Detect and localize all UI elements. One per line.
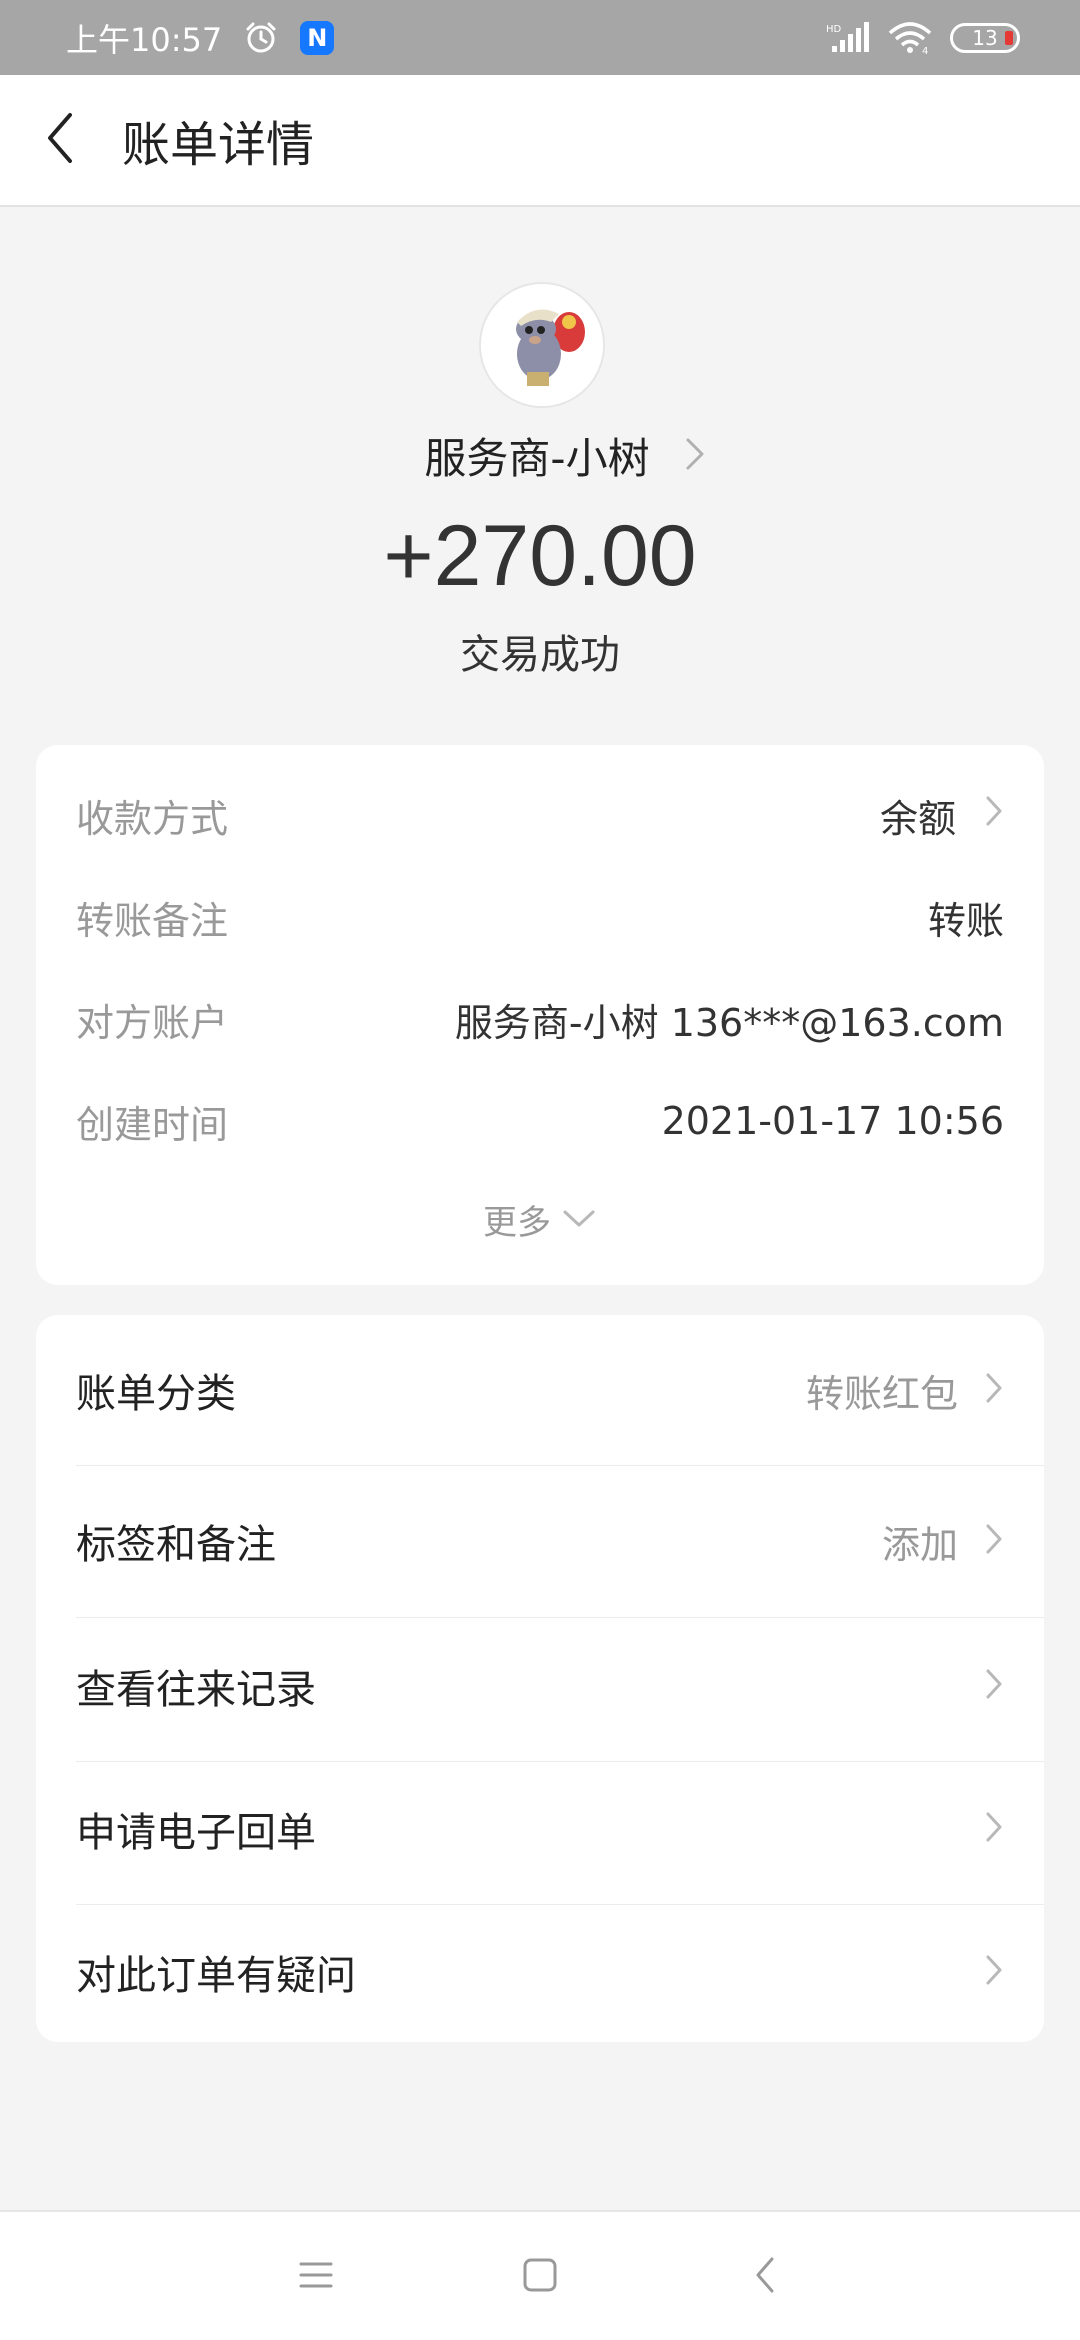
detail-row-payment-method[interactable]: 收款方式 余额 (76, 785, 1004, 845)
avatar[interactable] (479, 282, 605, 408)
more-button[interactable]: 更多 (36, 1195, 1044, 1244)
menu-item-value: 转账红包 (805, 1371, 958, 1416)
chevron-right-icon (984, 793, 1004, 837)
battery-icon: 13 (950, 22, 1020, 53)
menu-item-order-question[interactable]: 对此订单有疑问 (36, 1897, 1044, 2047)
transaction-summary: 服务商-小树 +270.00 交易成功 (0, 207, 1080, 737)
battery-level: 13 (972, 25, 998, 50)
home-square-icon (522, 2257, 558, 2297)
svg-text:HD: HD (826, 24, 842, 35)
menu-item-e-receipt[interactable]: 申请电子回单 (36, 1754, 1044, 1904)
page-title: 账单详情 (122, 117, 315, 173)
menu-item-label: 查看往来记录 (76, 1667, 316, 1713)
chevron-right-icon (984, 1371, 1004, 1409)
detail-row-counterparty: 对方账户 服务商-小树 136***@163.com (76, 989, 1004, 1049)
detail-label: 收款方式 (76, 796, 229, 841)
n-app-icon: N (300, 20, 335, 55)
menu-item-label: 标签和备注 (76, 1522, 276, 1568)
detail-label: 对方账户 (76, 1000, 229, 1045)
menu-item-label: 申请电子回单 (76, 1810, 316, 1856)
chevron-right-icon (984, 1522, 1004, 1560)
alarm-icon (244, 21, 278, 55)
menu-item-transaction-history[interactable]: 查看往来记录 (36, 1611, 1044, 1761)
home-button[interactable] (480, 2212, 600, 2340)
more-label: 更多 (483, 1203, 551, 1243)
chevron-left-icon (42, 111, 78, 169)
recents-button[interactable] (256, 2212, 376, 2340)
app-header: 账单详情 (0, 75, 1080, 207)
chevron-right-icon (984, 1810, 1004, 1848)
detail-value: 服务商-小树 136***@163.com (454, 1000, 1004, 1045)
system-nav-bar (0, 2210, 1080, 2340)
details-card: 收款方式 余额 转账备注 转账 对方账户 服务商-小树 136***@163.c… (36, 745, 1044, 1285)
back-triangle-icon (754, 2255, 778, 2299)
status-time: 上午10:57 (66, 20, 223, 59)
chevron-right-icon (984, 1953, 1004, 1991)
detail-value: 转账 (927, 898, 1004, 943)
payer-link[interactable]: 服务商-小树 (0, 425, 1080, 486)
detail-value: 2021-01-17 10:56 (661, 1099, 1004, 1143)
payer-name: 服务商-小树 (424, 434, 650, 483)
detail-label: 创建时间 (76, 1102, 229, 1147)
transaction-amount: +270.00 (383, 508, 697, 604)
system-back-button[interactable] (706, 2212, 826, 2340)
hd-signal-icon: HD (826, 21, 870, 54)
status-bar: 上午10:57 N HD 4 13 (0, 0, 1080, 75)
detail-row-created-time: 创建时间 2021-01-17 10:56 (76, 1091, 1004, 1151)
detail-value: 余额 (879, 796, 956, 841)
wifi-icon: 4 (888, 21, 932, 55)
svg-text:4: 4 (922, 46, 928, 55)
menu-item-bill-category[interactable]: 账单分类 转账红包 (36, 1315, 1044, 1465)
actions-card: 账单分类 转账红包 标签和备注 添加 查看往来记录 申请电子回单 对此订单有疑问 (36, 1315, 1044, 2042)
menu-item-label: 账单分类 (76, 1371, 236, 1417)
back-button[interactable] (0, 74, 120, 206)
transaction-status: 交易成功 (460, 632, 620, 678)
chevron-right-icon (984, 1667, 1004, 1705)
chevron-down-icon (561, 1207, 597, 1233)
menu-item-label: 对此订单有疑问 (76, 1953, 356, 1999)
menu-item-tags-notes[interactable]: 标签和备注 添加 (36, 1466, 1044, 1616)
detail-row-transfer-note: 转账备注 转账 (76, 887, 1004, 947)
detail-label: 转账备注 (76, 898, 229, 943)
menu-icon (299, 2260, 333, 2294)
menu-item-value: 添加 (881, 1522, 958, 1567)
chevron-right-icon (684, 436, 706, 476)
